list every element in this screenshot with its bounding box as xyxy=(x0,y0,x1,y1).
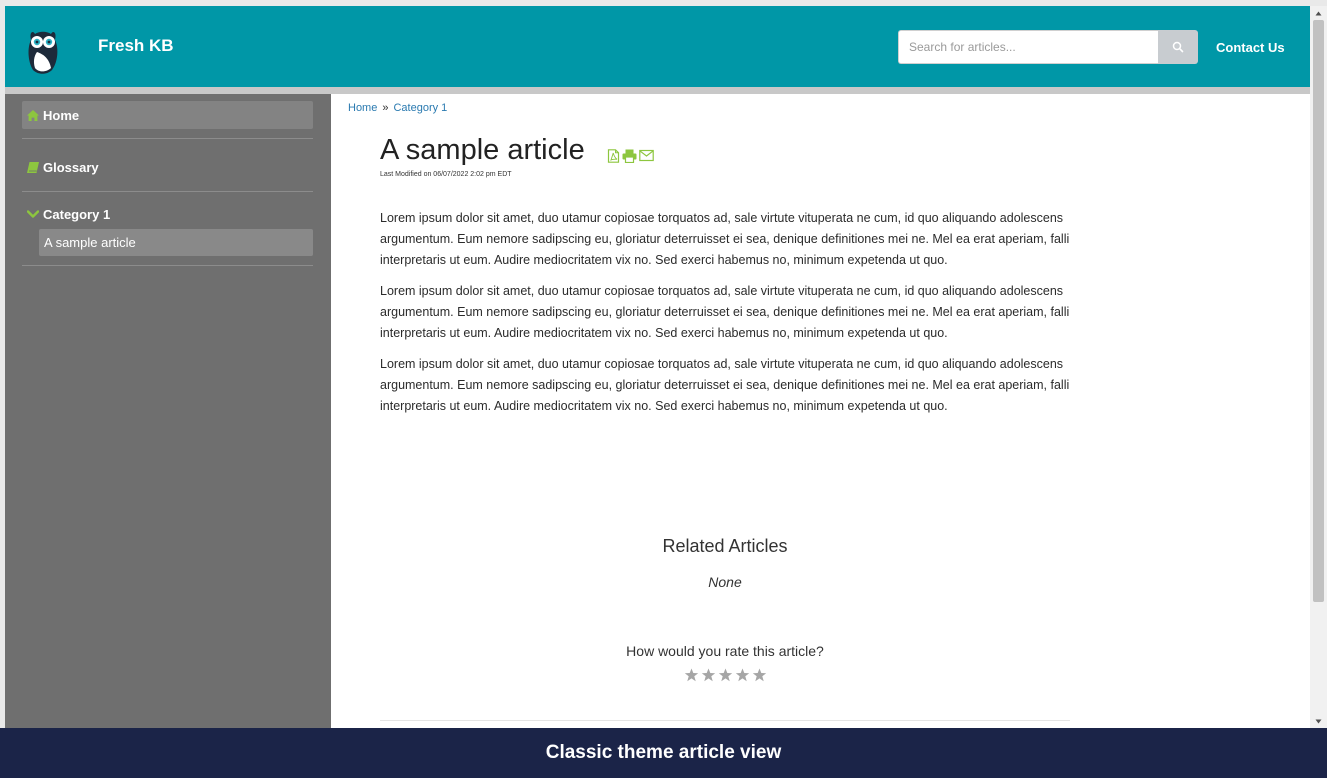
chevron-down-icon xyxy=(27,209,39,219)
article-title: A sample article xyxy=(380,134,585,166)
article-paragraph: Lorem ipsum dolor sit amet, duo utamur c… xyxy=(380,211,1070,267)
article-body: Lorem ipsum dolor sit amet, duo utamur c… xyxy=(380,208,1070,427)
sidebar: Home Glossary Category 1 A sample articl… xyxy=(5,94,331,728)
sidebar-item-label: Category 1 xyxy=(43,206,111,222)
scroll-down-arrow-icon[interactable] xyxy=(1310,714,1327,728)
star-icon-1[interactable] xyxy=(684,668,699,682)
sidebar-divider xyxy=(22,138,313,139)
article-paragraph: Lorem ipsum dolor sit amet, duo utamur c… xyxy=(380,284,1070,340)
scroll-up-arrow-icon[interactable] xyxy=(1310,6,1327,20)
breadcrumb-separator: » xyxy=(382,102,389,114)
star-icon-5[interactable] xyxy=(752,668,767,682)
app-title[interactable]: Fresh KB xyxy=(98,36,174,56)
related-articles-heading: Related Articles xyxy=(662,536,788,556)
caption-banner: Classic theme article view xyxy=(0,728,1327,778)
search-icon xyxy=(1172,41,1184,53)
star-icon-3[interactable] xyxy=(718,668,733,682)
article-paragraph: Lorem ipsum dolor sit amet, duo utamur c… xyxy=(380,357,1070,413)
print-icon[interactable] xyxy=(622,149,637,163)
sidebar-item-label: Glossary xyxy=(43,159,99,175)
owl-logo-icon[interactable] xyxy=(25,28,61,76)
home-icon xyxy=(27,109,39,121)
sidebar-divider xyxy=(22,191,313,192)
book-icon xyxy=(27,161,39,173)
star-icon-2[interactable] xyxy=(701,668,716,682)
star-rating xyxy=(380,668,1070,682)
header-divider xyxy=(5,87,1310,94)
browser-viewport: Fresh KB Contact Us Home Glossary xyxy=(5,6,1310,728)
breadcrumb-category-link[interactable]: Category 1 xyxy=(393,102,447,114)
rating-question: How would you rate this article? xyxy=(626,643,824,659)
scrollbar-thumb[interactable] xyxy=(1313,20,1324,602)
sidebar-item-home[interactable]: Home xyxy=(22,101,313,129)
site-header: Fresh KB Contact Us xyxy=(5,6,1310,87)
pdf-icon[interactable] xyxy=(607,149,620,163)
content-divider xyxy=(380,720,1070,721)
sidebar-subitem-a-sample-article[interactable]: A sample article xyxy=(39,229,313,256)
sidebar-item-glossary[interactable]: Glossary xyxy=(22,153,313,181)
sidebar-subitem-label: A sample article xyxy=(44,235,136,250)
contact-us-link[interactable]: Contact Us xyxy=(1216,40,1285,55)
related-articles-empty: None xyxy=(708,574,742,590)
vertical-scrollbar[interactable] xyxy=(1310,6,1327,728)
sidebar-divider xyxy=(22,265,313,266)
article-main: Home » Category 1 A sample article Last Mo… xyxy=(331,94,1310,728)
email-icon[interactable] xyxy=(639,149,654,163)
search-button[interactable] xyxy=(1158,30,1198,64)
breadcrumb-home-link[interactable]: Home xyxy=(348,102,377,114)
sidebar-item-category-1[interactable]: Category 1 xyxy=(22,200,313,228)
article-tools xyxy=(607,149,654,163)
search-input[interactable] xyxy=(898,30,1158,64)
sidebar-item-label: Home xyxy=(43,107,80,123)
star-icon-4[interactable] xyxy=(735,668,750,682)
last-modified-text: Last Modified on 06/07/2022 2:02 pm EDT xyxy=(380,171,512,178)
breadcrumb: Home » Category 1 xyxy=(348,102,447,114)
